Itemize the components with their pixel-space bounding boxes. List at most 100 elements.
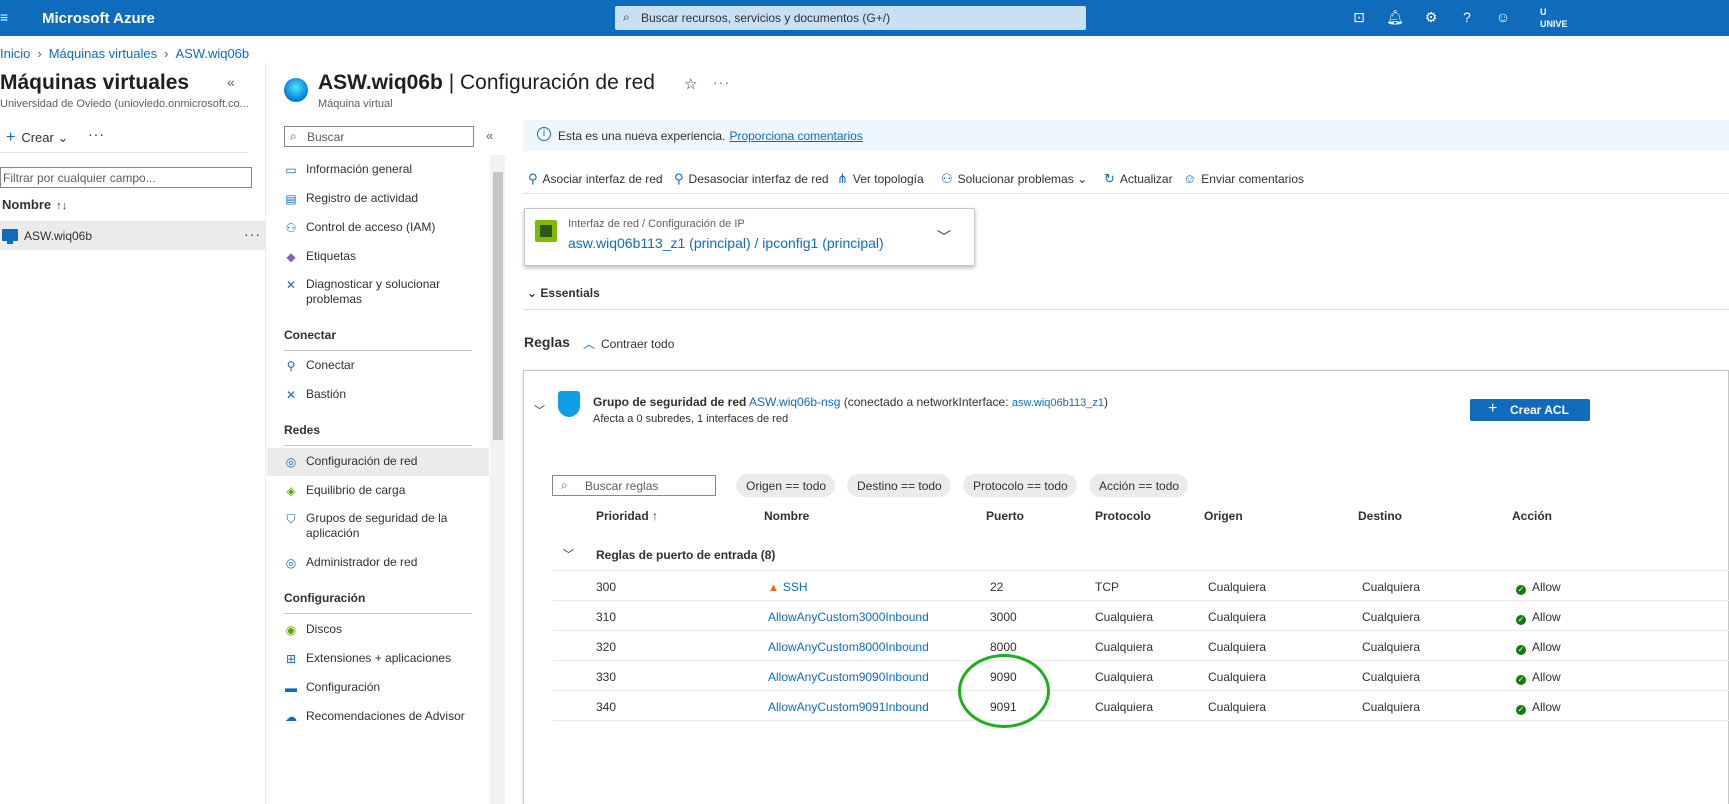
virtual-machine-icon	[284, 78, 308, 102]
row-more-icon[interactable]: ···	[244, 226, 261, 242]
vm-filter-input[interactable]: Filtrar por cualquier campo...	[0, 167, 252, 188]
view-topology-button[interactable]: ⋔ Ver topología	[837, 171, 924, 187]
rules-heading: Reglas	[524, 334, 570, 350]
nav-item-label: Bastión	[306, 387, 347, 401]
send-feedback-button[interactable]: ☺ Enviar comentarios	[1183, 171, 1304, 186]
column-header-action[interactable]: Acción	[1512, 509, 1552, 523]
table-row[interactable]: 320 AllowAnyCustom8000Inbound 8000 Cualq…	[553, 631, 1729, 661]
rule-destination: Cualquiera	[1362, 610, 1421, 624]
inbound-rules-group: Reglas de puerto de entrada (8)	[596, 548, 776, 562]
global-search-input[interactable]: ⌕ Buscar recursos, servicios y documento…	[615, 6, 1086, 30]
bell-icon[interactable]: 🔔︎	[1386, 9, 1404, 27]
advisor-icon: ☁	[285, 710, 297, 724]
more-options-icon[interactable]: ···	[713, 74, 730, 90]
cloud-shell-icon[interactable]: ⊡	[1350, 9, 1368, 27]
rule-name[interactable]: ▲ SSH	[768, 580, 808, 594]
chevron-down-icon: ﹀	[937, 229, 951, 245]
unlink-icon: ⚲	[674, 171, 684, 186]
nav-section-config: Configuración	[284, 591, 366, 605]
column-header-name[interactable]: Nombre ↑↓	[2, 197, 67, 212]
nsg-connection-text: (conectado a networkInterface:	[843, 395, 1009, 409]
command-label: Enviar comentarios	[1201, 172, 1304, 186]
rule-source: Cualquiera	[1208, 610, 1267, 624]
collapse-all-label: Contraer todo	[601, 337, 675, 351]
nav-section-conectar: Conectar	[284, 328, 337, 342]
collapse-all-button[interactable]: ︿ Contraer todo	[583, 335, 674, 352]
essentials-toggle[interactable]: ⌄ Essentials	[527, 286, 600, 300]
divider	[284, 613, 472, 614]
check-circle-icon: ✓	[1516, 615, 1526, 625]
more-options-icon[interactable]: ···	[88, 126, 105, 142]
filter-pill-destination[interactable]: Destino == todo	[847, 474, 951, 497]
breadcrumb-vms[interactable]: Máquinas virtuales	[49, 46, 157, 61]
troubleshoot-button[interactable]: ⚇ Solucionar problemas ⌄	[941, 171, 1087, 187]
rule-port: 3000	[990, 610, 1017, 624]
bastion-icon: ✕	[285, 388, 297, 402]
nav-item-label: Configuración	[306, 680, 381, 694]
chevron-down-icon[interactable]: ﹀	[563, 546, 574, 562]
dissociate-nic-button[interactable]: ⚲ Desasociar interfaz de red	[674, 171, 829, 187]
rule-name[interactable]: AllowAnyCustom8000Inbound	[768, 640, 929, 654]
feedback-icon[interactable]: ☺	[1494, 9, 1512, 27]
collapse-left-pane-icon[interactable]: «	[227, 74, 235, 90]
nav-item-label: Discos	[306, 622, 343, 636]
help-icon[interactable]: ?	[1458, 9, 1476, 27]
chevron-down-icon: ⌄	[57, 130, 69, 145]
filter-pill-action[interactable]: Acción == todo	[1089, 474, 1189, 497]
column-header-destination[interactable]: Destino	[1358, 509, 1402, 523]
account-menu[interactable]: U UNIVE	[1540, 6, 1568, 30]
divider	[523, 309, 1729, 310]
rule-name[interactable]: AllowAnyCustom3000Inbound	[768, 610, 929, 624]
menu-search-input[interactable]: ⌕ Buscar	[284, 126, 474, 147]
table-row[interactable]: 340 AllowAnyCustom9091Inbound 9091 Cualq…	[553, 691, 1729, 721]
vm-list-row[interactable]: ASW.wiq06b ···	[0, 221, 265, 250]
rule-protocol: Cualquiera	[1095, 640, 1154, 654]
table-row[interactable]: 300 ▲ SSH 22 TCP Cualquiera Cualquiera ✓ A…	[553, 571, 1729, 601]
collapse-menu-icon[interactable]: «	[486, 128, 493, 143]
rule-action-label: Allow	[1532, 610, 1561, 624]
filter-pill-protocol[interactable]: Protocolo == todo	[963, 474, 1077, 497]
rule-name[interactable]: AllowAnyCustom9091Inbound	[768, 700, 929, 714]
rules-search-input[interactable]: ⌕ Buscar reglas	[552, 475, 716, 496]
nav-item-label: Diagnosticar y solucionar problemas	[306, 277, 441, 306]
filter-pill-source[interactable]: Origen == todo	[736, 474, 836, 497]
menu-icon[interactable]: ≡	[0, 9, 14, 25]
column-header-port[interactable]: Puerto	[986, 509, 1024, 523]
feedback-icon: ☺	[1183, 171, 1197, 186]
divider	[284, 445, 472, 446]
column-header-source[interactable]: Origen	[1204, 509, 1243, 523]
check-circle-icon: ✓	[1516, 585, 1526, 595]
create-button[interactable]: + Crear ⌄	[6, 129, 68, 147]
refresh-button[interactable]: ↻ Actualizar	[1104, 171, 1173, 187]
nsg-prefix: Grupo de seguridad de red	[593, 395, 747, 409]
gear-icon[interactable]: ⚙	[1422, 9, 1440, 27]
menu-scrollbar-thumb[interactable]	[493, 172, 503, 440]
chevron-down-icon: ⌄	[1077, 172, 1088, 186]
nsg-link[interactable]: ASW.wiq06b-nsg	[749, 395, 840, 409]
page-section: | Configuración de red	[448, 71, 655, 94]
table-row[interactable]: 310 AllowAnyCustom3000Inbound 3000 Cualq…	[553, 601, 1729, 631]
rule-action: ✓ Allow	[1516, 610, 1561, 625]
nsg-interface-link[interactable]: asw.wiq06b113_z1	[1012, 397, 1104, 409]
column-header-priority[interactable]: Prioridad ↑	[596, 509, 658, 523]
nic-ipconfig-selector[interactable]: Interfaz de red / Configuración de IP as…	[524, 208, 975, 266]
breadcrumb-vm[interactable]: ASW.wiq06b	[175, 46, 249, 61]
rule-action-label: Allow	[1532, 700, 1561, 714]
wrench-icon: ✕	[285, 278, 297, 292]
breadcrumb-home[interactable]: Inicio	[0, 46, 30, 61]
create-acl-button[interactable]: + Crear ACL	[1470, 399, 1590, 421]
feedback-link[interactable]: Proporciona comentarios	[729, 129, 862, 143]
rule-action: ✓ Allow	[1516, 700, 1561, 715]
rule-priority: 320	[596, 640, 617, 654]
vm-list-title: Máquinas virtuales	[0, 71, 190, 94]
favorite-star-icon[interactable]: ☆	[684, 75, 697, 93]
vm-row-name[interactable]: ASW.wiq06b	[24, 229, 92, 243]
rule-name[interactable]: AllowAnyCustom9090Inbound	[768, 670, 929, 684]
associate-nic-button[interactable]: ⚲ Asociar interfaz de red	[528, 171, 663, 187]
column-header-name[interactable]: Nombre	[764, 509, 809, 523]
rule-protocol: Cualquiera	[1095, 610, 1154, 624]
brand-title[interactable]: Microsoft Azure	[42, 10, 155, 27]
table-row[interactable]: 330 AllowAnyCustom9090Inbound 9090 Cualq…	[553, 661, 1729, 691]
chevron-down-icon[interactable]: ﹀	[534, 402, 545, 418]
column-header-protocol[interactable]: Protocolo	[1095, 509, 1151, 523]
